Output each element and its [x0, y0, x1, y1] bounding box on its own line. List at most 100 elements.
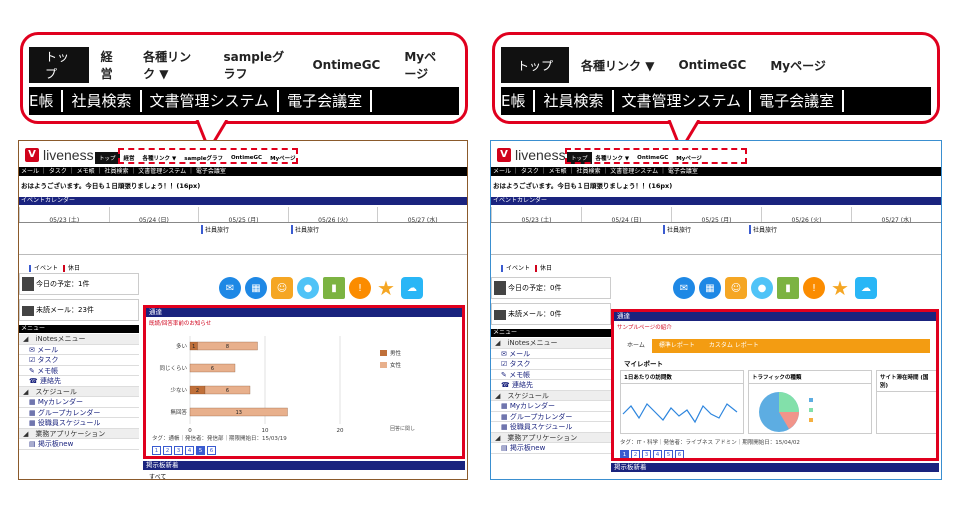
- tab-mypage[interactable]: Myページ: [392, 47, 459, 83]
- report-tab-home[interactable]: ホーム: [620, 339, 652, 353]
- menu-link[interactable]: ▦ Myカレンダー: [491, 401, 611, 412]
- menu-link[interactable]: ✎ メモ帳: [19, 366, 139, 376]
- page-button[interactable]: 1: [152, 446, 161, 455]
- menu-link[interactable]: ▦ グループカレンダー: [491, 412, 611, 422]
- page-button[interactable]: 2: [163, 446, 172, 455]
- calendar-date: 05/27 (水): [851, 207, 941, 224]
- tab-management[interactable]: 経営: [89, 47, 131, 83]
- mail-circle-icon[interactable]: ✉: [219, 277, 241, 299]
- calendar-event[interactable]: 社員旅行: [663, 225, 691, 234]
- menu-link[interactable]: ☑ タスク: [491, 359, 611, 370]
- page-button-current[interactable]: 5: [196, 446, 205, 455]
- page-button[interactable]: 4: [653, 450, 662, 458]
- calendar-date: 05/25 (月): [671, 207, 761, 224]
- page-button[interactable]: 5: [664, 450, 673, 458]
- tab-ontimegc[interactable]: OntimeGC: [666, 47, 758, 83]
- tab-ontimegc[interactable]: OntimeGC: [300, 47, 392, 83]
- weather-icon[interactable]: ☁: [401, 277, 423, 299]
- side-menu: ◢ iNotesメニュー ✉ メール ☑ タスク ✎ メモ帳 ☎ 連絡先 ◢ スケジュール…: [19, 334, 139, 450]
- legend-label: 男性: [390, 349, 402, 357]
- calendar-body: 社員旅行 社員旅行: [19, 223, 467, 255]
- calendar-event[interactable]: 社員旅行: [201, 225, 229, 234]
- calendar-event[interactable]: 社員旅行: [291, 225, 319, 234]
- tab-links[interactable]: 各種リンク ▼: [569, 47, 666, 83]
- mail-circle-icon[interactable]: ✉: [673, 277, 695, 299]
- tab-links[interactable]: 各種リンク ▼: [131, 47, 211, 83]
- menu-link[interactable]: ✉ メール: [19, 345, 139, 355]
- menu-group[interactable]: ◢ iNotesメニュー: [19, 334, 139, 345]
- sub-nav-item[interactable]: 電子会議室: [751, 90, 845, 112]
- menu-group[interactable]: ◢ iNotesメニュー: [491, 338, 611, 349]
- tab-top[interactable]: トップ: [29, 47, 89, 83]
- mail-widget[interactable]: 未読メール：0件: [491, 303, 611, 325]
- category-label: 多い: [176, 342, 188, 350]
- menu-link[interactable]: ✎ メモ帳: [491, 370, 611, 380]
- menu-link[interactable]: ▦ Myカレンダー: [19, 397, 139, 408]
- page-button[interactable]: 6: [675, 450, 684, 458]
- star-icon[interactable]: ★: [829, 276, 851, 300]
- calendar-circle-icon[interactable]: ▦: [699, 277, 721, 299]
- menu-link[interactable]: ▦ 役職員スケジュール: [19, 418, 139, 429]
- people-icon[interactable]: ☺: [725, 277, 747, 299]
- menu-link[interactable]: ▦ グループカレンダー: [19, 408, 139, 418]
- tab-top[interactable]: トップ: [501, 47, 570, 83]
- page-button[interactable]: 4: [185, 446, 194, 455]
- alert-icon[interactable]: !: [349, 277, 371, 299]
- page-button[interactable]: 2: [631, 450, 640, 458]
- bulletin-item[interactable]: すべて: [149, 472, 166, 479]
- app-icon-row: ✉ ▦ ☺ ● ▮ ! ★ ☁: [219, 276, 423, 300]
- people-icon[interactable]: ☺: [271, 277, 293, 299]
- category-label: 同じくらい: [159, 365, 187, 372]
- mini-tab[interactable]: トップ: [95, 152, 120, 164]
- sub-nav-item[interactable]: 文書管理システム: [614, 90, 752, 112]
- portal-screenshot-left: V liveness トップ 経営 各種リンク ▼ sampleグラフ Onti…: [18, 140, 468, 480]
- sub-nav-item[interactable]: 社員検索: [535, 90, 614, 112]
- sub-nav-item[interactable]: E帳: [501, 90, 536, 112]
- sub-nav-item[interactable]: 社員検索: [63, 90, 142, 112]
- chat-icon[interactable]: ●: [297, 277, 319, 299]
- portal-screenshot-right: V liveness トップ 各種リンク ▼ OntimeGC Myページ メー…: [490, 140, 942, 480]
- menu-link[interactable]: ▤ 掲示板new: [491, 443, 611, 454]
- tab-mypage[interactable]: Myページ: [758, 47, 838, 83]
- menu-group[interactable]: ◢ 業務アプリケーション: [491, 432, 611, 443]
- bar-chart-icon[interactable]: ▮: [777, 277, 799, 299]
- menu-link[interactable]: ▤ 掲示板new: [19, 439, 139, 450]
- calendar-date: 05/26 (火): [287, 207, 378, 224]
- alert-icon[interactable]: !: [803, 277, 825, 299]
- menu-group[interactable]: ◢ スケジュール: [491, 390, 611, 401]
- todo-widget[interactable]: 今日の予定：1件: [19, 273, 139, 295]
- chat-icon[interactable]: ●: [751, 277, 773, 299]
- report-tab-standard[interactable]: 標準レポート: [652, 339, 702, 353]
- sub-nav-item[interactable]: E帳: [29, 90, 64, 112]
- menu-link[interactable]: ✉ メール: [491, 349, 611, 359]
- mail-widget[interactable]: 未読メール：23件: [19, 299, 139, 321]
- sub-bar: メール ｜ タスク ｜ メモ帳 ｜ 社員検索 ｜ 文書管理システム ｜ 電子会議…: [491, 167, 941, 176]
- star-icon[interactable]: ★: [375, 276, 397, 300]
- menu-link[interactable]: ▦ 役職員スケジュール: [491, 422, 611, 433]
- weather-icon[interactable]: ☁: [855, 277, 877, 299]
- calendar-event[interactable]: 社員旅行: [749, 225, 777, 234]
- sub-nav-item[interactable]: 文書管理システム: [142, 90, 280, 112]
- calendar-circle-icon[interactable]: ▦: [245, 277, 267, 299]
- calendar-body: 社員旅行 社員旅行: [491, 223, 941, 255]
- page-button[interactable]: 3: [642, 450, 651, 458]
- x-tick-label: 20: [337, 428, 344, 434]
- menu-link[interactable]: ☑ タスク: [19, 355, 139, 366]
- bar-value-label: 8: [226, 344, 229, 350]
- page-button[interactable]: 6: [207, 446, 216, 455]
- menu-link[interactable]: ☎ 連絡先: [19, 376, 139, 387]
- page-button-current[interactable]: 1: [620, 450, 629, 458]
- logo: V liveness: [25, 147, 94, 163]
- panel-subtitle[interactable]: 既読/回答率前のお知らせ: [146, 317, 462, 329]
- panel-subtitle[interactable]: サンプルページの紹介: [614, 321, 936, 333]
- todo-widget[interactable]: 今日の予定：0件: [491, 277, 611, 299]
- menu-link[interactable]: ☎ 連絡先: [491, 380, 611, 391]
- sub-nav-item[interactable]: 電子会議室: [279, 90, 373, 112]
- highlight-dashed-box: [118, 148, 298, 164]
- bar-chart-icon[interactable]: ▮: [323, 277, 345, 299]
- tab-sample-graph[interactable]: sampleグラフ: [211, 47, 300, 83]
- page-button[interactable]: 3: [174, 446, 183, 455]
- menu-group[interactable]: ◢ スケジュール: [19, 386, 139, 397]
- report-tab-custom[interactable]: カスタム レポート: [702, 339, 766, 353]
- menu-group[interactable]: ◢ 業務アプリケーション: [19, 428, 139, 439]
